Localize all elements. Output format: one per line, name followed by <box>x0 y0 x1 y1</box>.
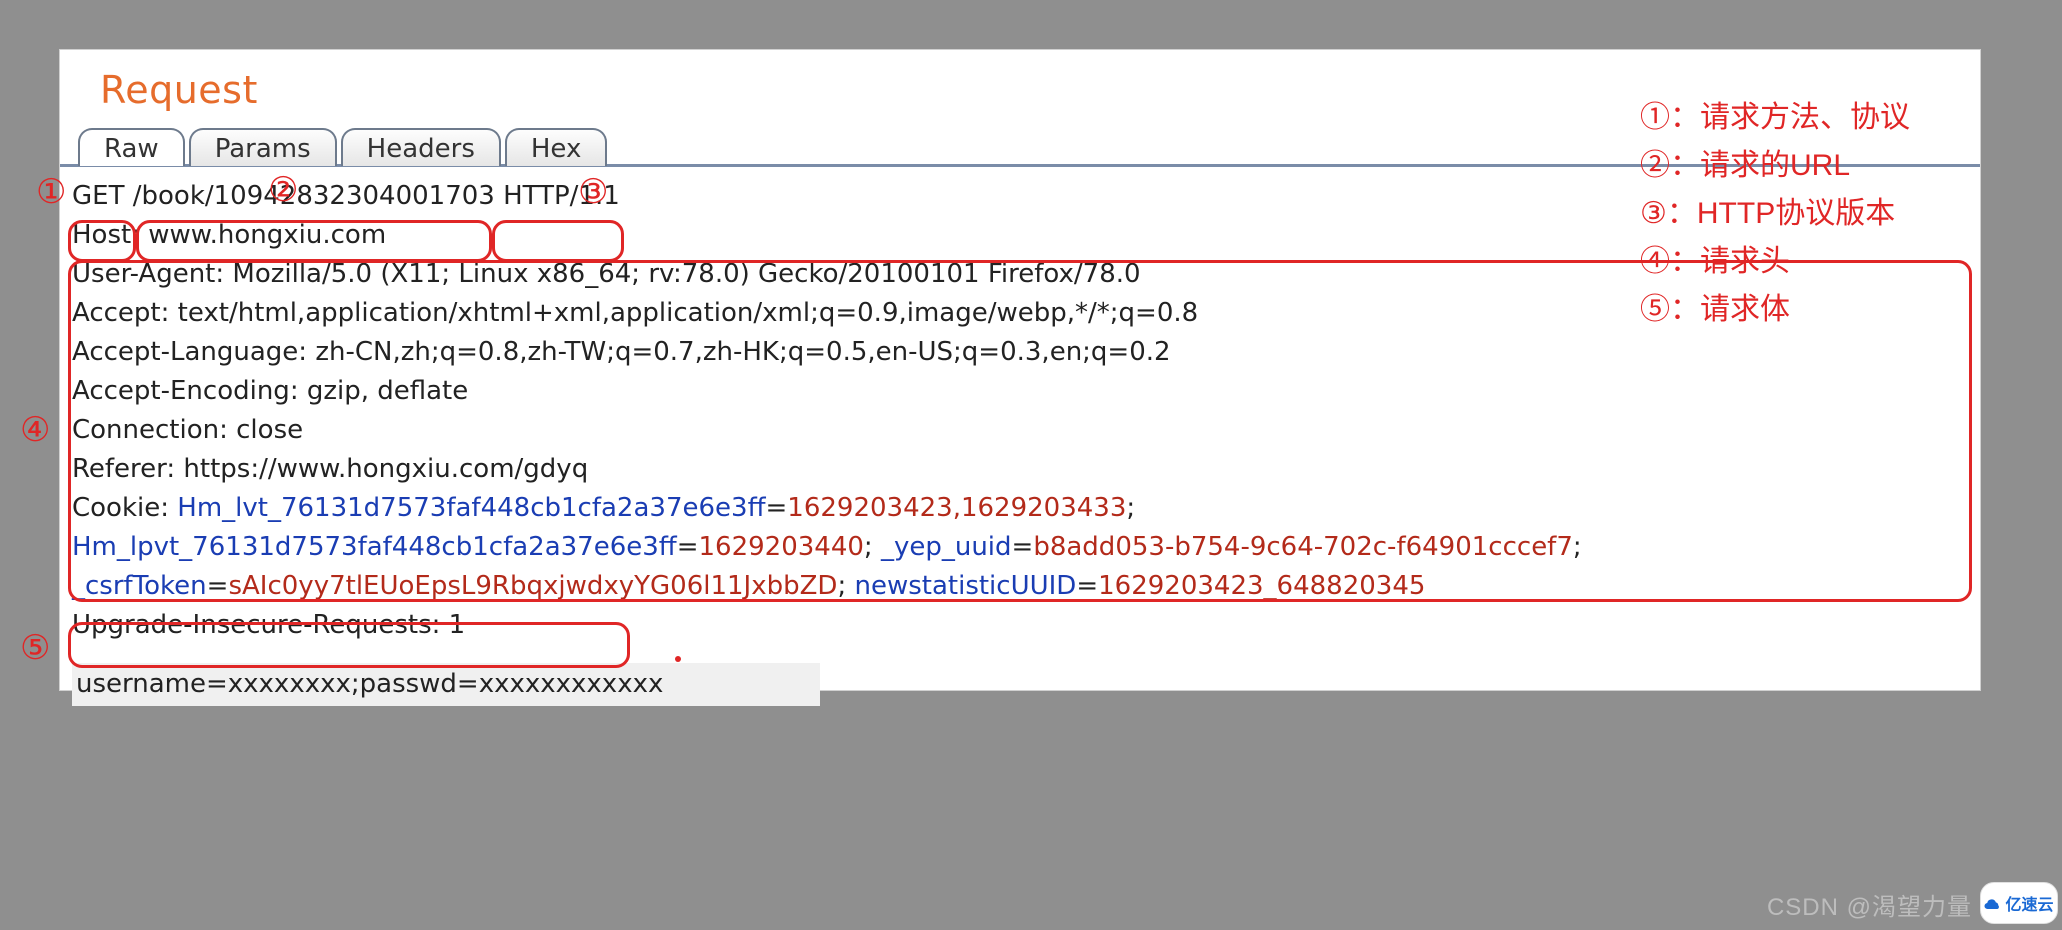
legend-4: ④：请求头 <box>1640 238 1910 286</box>
tab-hex[interactable]: Hex <box>505 128 607 166</box>
header-upgrade: Upgrade-Insecure-Requests: 1 <box>72 606 1968 645</box>
annotation-num-1: ① <box>36 172 66 212</box>
watermark-text: CSDN @渴望力量 <box>1767 887 1972 922</box>
annotation-num-2: ② <box>268 170 298 210</box>
annotation-num-4: ④ <box>20 410 50 450</box>
decorative-dot <box>675 656 681 662</box>
tab-params[interactable]: Params <box>189 128 337 166</box>
tab-headers[interactable]: Headers <box>341 128 501 166</box>
header-connection: Connection: close <box>72 411 1968 450</box>
cloud-icon <box>1984 896 2002 910</box>
request-body: username=xxxxxxxx;passwd=xxxxxxxxxxxx <box>72 663 820 706</box>
header-cookie: Cookie: Hm_lvt_76131d7573faf448cb1cfa2a3… <box>72 489 1968 606</box>
header-referer: Referer: https://www.hongxiu.com/gdyq <box>72 450 1968 489</box>
legend-3: ③：HTTP协议版本 <box>1640 190 1910 238</box>
request-panel: Request Raw Params Headers Hex GET /book… <box>60 50 1980 690</box>
annotation-num-5: ⑤ <box>20 628 50 668</box>
annotation-legend: ①：请求方法、协议 ②：请求的URL ③：HTTP协议版本 ④：请求头 ⑤：请求… <box>1640 94 1910 334</box>
http-method: GET <box>72 181 124 211</box>
http-url: /book/10942832304001703 <box>133 181 495 211</box>
legend-2: ②：请求的URL <box>1640 142 1910 190</box>
header-accept-language: Accept-Language: zh-CN,zh;q=0.8,zh-TW;q=… <box>72 333 1968 372</box>
legend-1: ①：请求方法、协议 <box>1640 94 1910 142</box>
annotation-num-3: ③ <box>578 172 608 212</box>
legend-5: ⑤：请求体 <box>1640 286 1910 334</box>
provider-logo: 亿速云 <box>1980 882 2058 924</box>
tab-raw[interactable]: Raw <box>78 128 185 166</box>
header-accept-encoding: Accept-Encoding: gzip, deflate <box>72 372 1968 411</box>
